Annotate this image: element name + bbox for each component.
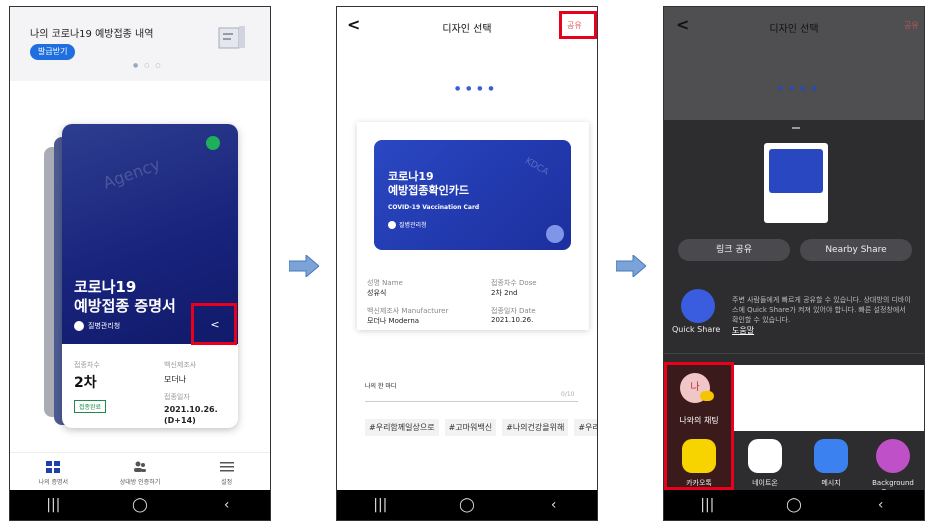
flow-arrow-icon: [289, 255, 319, 277]
card-org: 질병관리청: [74, 321, 120, 331]
flow-arrow-icon: [616, 255, 646, 277]
people-icon: [133, 461, 146, 472]
link-share-button[interactable]: 링크 공유: [678, 239, 790, 261]
quick-share-label: Quick Share: [672, 325, 721, 334]
app-label: 메시지: [821, 479, 841, 487]
hashtag-list: #우리함께일상으로 #고마워백신 #나의건강을위해 #우리안: [365, 419, 597, 436]
maker-value: 모더나: [164, 375, 187, 384]
quick-share-icon[interactable]: [681, 289, 715, 323]
screenshot-stage: 나의 코로나19 예방접종 내역 발급받기 ● ○ ○ Agency 코로나19…: [0, 0, 925, 527]
certificate-card[interactable]: Agency 코로나19 예방접종 증명서 질병관리청 < 접종차수 2차 접종…: [62, 124, 238, 428]
maker-value: 모더나 Moderna: [367, 317, 420, 325]
dose-label: 접종차수: [74, 361, 100, 369]
card-watermark: KDCA: [523, 156, 551, 178]
page-title: 디자인 선택: [769, 24, 819, 35]
app-background-eraser[interactable]: Background Eraser: [862, 439, 924, 497]
carousel-dots: ● ● ● ●: [455, 85, 496, 92]
sheet-handle[interactable]: [792, 127, 800, 129]
date-value: 2021.10.26.: [491, 316, 534, 324]
grid-icon: [46, 461, 61, 473]
system-nav-bar: ||| ◯ ‹: [10, 490, 270, 520]
tab-label: 설정: [221, 479, 233, 486]
home-button[interactable]: ◯: [120, 497, 160, 513]
issue-button[interactable]: 발급받기: [30, 44, 76, 60]
help-link[interactable]: 도움말: [732, 325, 754, 336]
tab-settings[interactable]: 설정: [187, 461, 267, 486]
hashtag-chip[interactable]: #우리안: [574, 419, 597, 436]
banner-title: 나의 코로나19 예방접종 내역: [30, 29, 154, 40]
app-messages[interactable]: 메시지: [800, 439, 862, 488]
dose-label: 접종차수 Dose: [491, 279, 537, 287]
page-title: 디자인 선택: [442, 24, 492, 35]
hashtag-chip[interactable]: #우리함께일상으로: [365, 419, 439, 436]
phone-certificate-screen: 나의 코로나19 예방접종 내역 발급받기 ● ○ ○ Agency 코로나19…: [9, 6, 271, 521]
card-org-label: 질병관리청: [399, 222, 427, 229]
background-eraser-icon: [876, 439, 910, 473]
share-preview-thumbnail: [764, 143, 828, 223]
date-label: 접종일자: [164, 393, 190, 401]
name-value: 성유식: [367, 289, 387, 297]
card-title-line2: 예방접종 증명서: [74, 297, 176, 315]
app-nateon[interactable]: 네이트온: [734, 439, 796, 488]
name-label: 성명 Name: [367, 279, 403, 287]
carousel-dots: ● ○ ○: [133, 62, 163, 69]
status-badge: 접종완료: [74, 400, 107, 413]
share-button[interactable]: 공유: [904, 20, 919, 31]
tab-verify[interactable]: 상대방 인증하기: [100, 461, 180, 486]
seal-icon: [546, 225, 564, 243]
messages-icon: [814, 439, 848, 473]
maker-label: 백신제조사 Manufacturer: [367, 307, 449, 315]
card-org: 질병관리청: [388, 220, 427, 229]
message-count: 0/10: [561, 391, 575, 398]
hashtag-chip[interactable]: #나의건강을위해: [502, 419, 569, 436]
recent-apps-button[interactable]: |||: [33, 497, 73, 513]
recent-apps-button[interactable]: |||: [687, 497, 727, 513]
recent-apps-button[interactable]: |||: [360, 497, 400, 513]
home-button[interactable]: ◯: [774, 497, 814, 513]
card-title-line1: 코로나19: [74, 278, 137, 296]
menu-icon: [219, 462, 234, 472]
message-input[interactable]: [365, 401, 578, 402]
hashtag-chip[interactable]: #고마워백신: [444, 419, 497, 436]
carousel-dots: ● ● ● ●: [778, 85, 819, 92]
tab-label: 나의 증명서: [38, 479, 69, 486]
date-value: 2021.10.26.: [164, 405, 218, 414]
preview-card: [769, 149, 823, 193]
dose-value: 2차 2nd: [491, 289, 518, 297]
nateon-icon: [748, 439, 782, 473]
vaccination-card: KDCA 코로나19 예방접종확인카드 COVID-19 Vaccination…: [374, 140, 571, 250]
phone-design-select-screen: < 디자인 선택 공유 ● ● ● ● KDCA 코로나19 예방접종확인카드 …: [336, 6, 598, 521]
system-nav-bar: ||| ◯ ‹: [337, 490, 597, 520]
design-preview-panel[interactable]: KDCA 코로나19 예방접종확인카드 COVID-19 Vaccination…: [357, 122, 589, 330]
card-title-line2: 예방접종확인카드: [388, 184, 469, 197]
highlight-share: [559, 11, 597, 39]
date-days: (D+14): [164, 416, 196, 425]
app-label: 네이트온: [752, 479, 778, 487]
back-button[interactable]: ‹: [534, 497, 574, 513]
date-label: 접종일자 Date: [491, 307, 536, 315]
nearby-share-button[interactable]: Nearby Share: [800, 239, 912, 261]
back-button[interactable]: ‹: [861, 497, 901, 513]
dose-value: 2차: [74, 375, 97, 391]
tab-my-certificate[interactable]: 나의 증명서: [13, 461, 93, 486]
tab-label: 상대방 인증하기: [119, 479, 161, 486]
card-org-label: 질병관리청: [88, 322, 121, 330]
document-icon: [218, 26, 245, 49]
system-nav-bar: ||| ◯ ‹: [664, 490, 924, 520]
org-logo-icon: [74, 321, 84, 331]
back-button[interactable]: ‹: [207, 497, 247, 513]
highlight-share: [191, 303, 237, 345]
org-logo-icon: [388, 220, 396, 229]
bottom-tab-bar: 나의 증명서 상대방 인증하기 설정: [10, 452, 270, 490]
quick-share-description: 주변 사람들에게 빠르게 공유할 수 있습니다. 상대방의 디바이스에 Quic…: [732, 296, 911, 324]
maker-label: 백신제조사: [164, 361, 197, 369]
card-english-title: COVID-19 Vaccination Card: [388, 204, 480, 211]
phone-share-sheet-screen: < 디자인 선택 공유 ● ● ● ● 링크 공유 Nearby Share Q…: [663, 6, 925, 521]
home-button[interactable]: ◯: [447, 497, 487, 513]
message-label: 나의 한 마디: [365, 383, 397, 390]
divider: [664, 353, 924, 354]
highlight-kakao: [664, 362, 734, 490]
shield-icon: [206, 136, 220, 150]
